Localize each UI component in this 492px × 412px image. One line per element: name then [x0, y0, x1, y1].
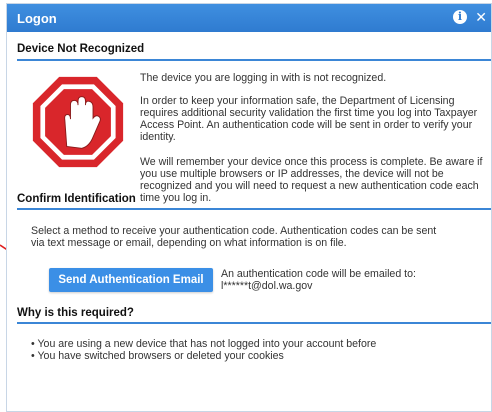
divider [17, 208, 491, 210]
dialog-title-bar[interactable]: Logon i ✕ [7, 4, 491, 32]
logon-dialog: Logon i ✕ Device Not Recognized The devi… [6, 3, 492, 412]
device-paragraph-2: In order to keep your information safe, … [140, 95, 477, 143]
dialog-title: Logon [17, 11, 57, 26]
stop-hand-icon [32, 76, 124, 168]
device-paragraph-1: The device you are logging in with is no… [140, 72, 387, 84]
info-icon[interactable]: i [453, 10, 467, 24]
text-line: identity. [140, 131, 176, 143]
device-paragraph-3: We will remember your device once this p… [140, 156, 482, 204]
divider [17, 322, 491, 324]
confirm-heading: Confirm Identification [17, 193, 138, 205]
why-heading: Why is this required? [17, 307, 134, 319]
email-note: An authentication code will be emailed t… [221, 268, 416, 280]
text-line: In order to keep your information safe, … [140, 95, 455, 107]
email-info: An authentication code will be emailed t… [221, 268, 416, 292]
text-line: you use multiple browsers or IP addresse… [140, 168, 444, 180]
list-item: • You have switched browsers or deleted … [31, 350, 284, 362]
device-heading: Device Not Recognized [17, 43, 145, 55]
close-icon[interactable]: ✕ [475, 8, 487, 26]
text-line: requires additional security validation … [140, 107, 478, 119]
confirm-instructions: Select a method to receive your authenti… [31, 225, 436, 249]
text-line: recognized and you will need to request … [140, 180, 479, 192]
divider [17, 59, 491, 61]
list-item: • You are using a new device that has no… [31, 338, 377, 350]
text-line: Access Point. An authentication code wil… [140, 119, 473, 131]
send-authentication-email-button[interactable]: Send Authentication Email [49, 268, 213, 292]
text-line: We will remember your device once this p… [140, 156, 483, 168]
email-masked: l******t@dol.wa.gov [221, 280, 313, 292]
text-line: via text message or email, depending on … [31, 237, 347, 249]
text-line: Select a method to receive your authenti… [31, 225, 437, 237]
text-line: time you log in. [140, 192, 212, 204]
why-bullets: • You are using a new device that has no… [31, 338, 376, 362]
